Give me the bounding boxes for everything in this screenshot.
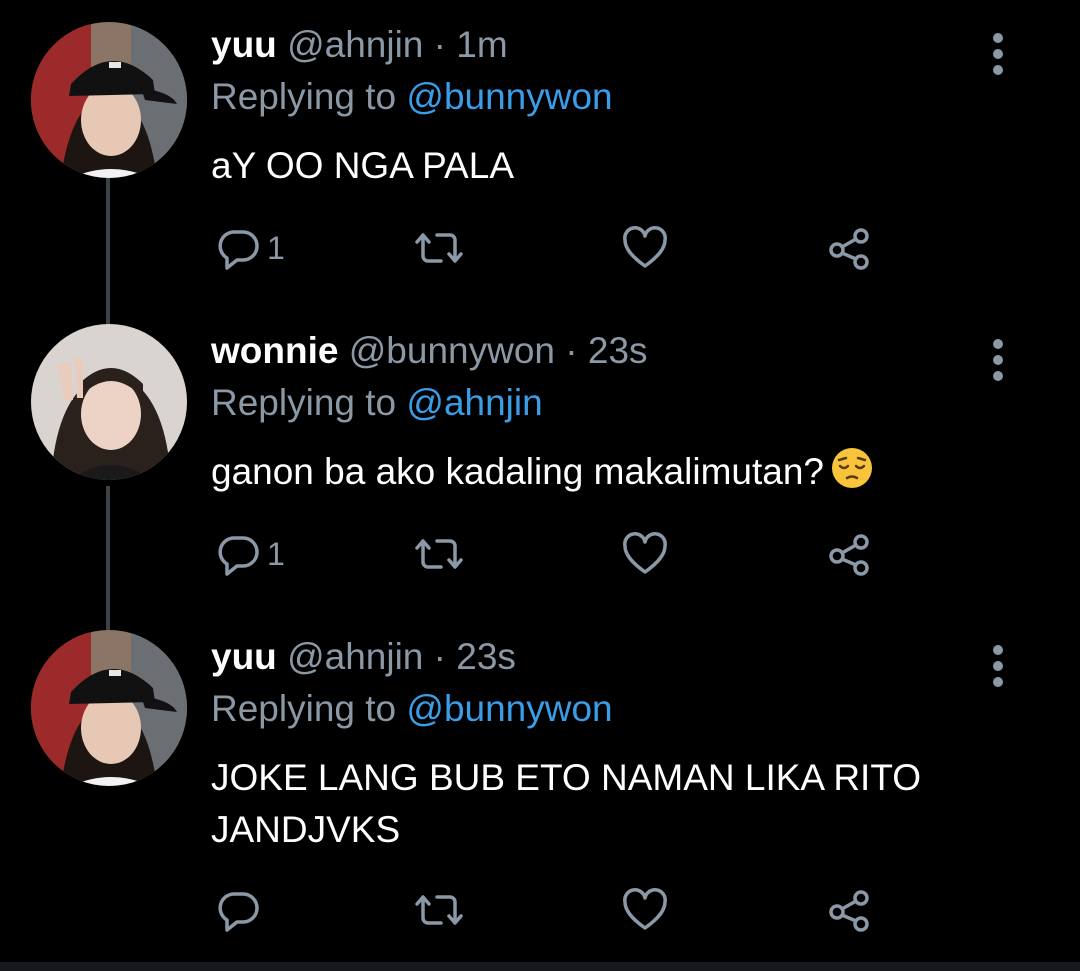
tweet[interactable]: wonnie @bunnywon · 23s Replying to @ahnj… xyxy=(0,324,1080,598)
avatar[interactable] xyxy=(31,324,187,480)
tweet-text: JOKE LANG BUB ETO NAMAN LIKA RITO JANDJV… xyxy=(211,752,1011,856)
tweet-actions: 1 xyxy=(211,526,911,582)
separator-dot: · xyxy=(565,330,578,371)
display-name[interactable]: yuu xyxy=(211,24,277,65)
reply-icon xyxy=(218,892,259,932)
share-button[interactable] xyxy=(825,526,873,582)
replying-to: Replying to @bunnywon xyxy=(211,686,613,732)
like-button[interactable] xyxy=(621,526,669,582)
replying-to: Replying to @bunnywon xyxy=(211,74,613,120)
like-icon xyxy=(623,226,667,268)
tweet[interactable]: yuu @ahnjin · 23s Replying to @bunnywon … xyxy=(0,630,1080,954)
reply-count: 1 xyxy=(267,229,285,266)
more-options-button[interactable] xyxy=(985,642,1011,692)
reply-count: 1 xyxy=(267,535,285,572)
replying-to: Replying to @ahnjin xyxy=(211,380,543,426)
retweet-icon xyxy=(415,233,463,263)
bottom-divider xyxy=(0,962,1080,971)
retweet-button[interactable] xyxy=(411,220,467,276)
avatar[interactable] xyxy=(31,22,187,178)
share-icon xyxy=(829,890,869,932)
reply-button[interactable]: 1 xyxy=(217,526,285,582)
user-handle[interactable]: @ahnjin xyxy=(287,24,423,65)
replying-to-label: Replying to xyxy=(211,382,397,423)
share-icon xyxy=(829,534,869,576)
mention-link[interactable]: @bunnywon xyxy=(406,76,612,117)
avatar[interactable] xyxy=(31,630,187,786)
separator-dot: · xyxy=(433,636,446,677)
tweet-header: yuu @ahnjin · 23s xyxy=(211,634,516,680)
more-options-icon xyxy=(993,33,1003,75)
reply-button[interactable]: 1 xyxy=(217,220,285,276)
tweet-text-line: JANDJVKS xyxy=(211,809,401,850)
retweet-button[interactable] xyxy=(411,882,467,938)
share-button[interactable] xyxy=(825,220,873,276)
tweet-text: ganon ba ako kadaling makalimutan? xyxy=(211,446,1011,504)
mention-link[interactable]: @bunnywon xyxy=(406,688,612,729)
tweet-actions xyxy=(211,882,911,938)
like-icon xyxy=(623,532,667,574)
tweet-text-content: ganon ba ako kadaling makalimutan? xyxy=(211,451,824,492)
user-handle[interactable]: @bunnywon xyxy=(349,330,555,371)
share-icon xyxy=(829,228,869,270)
display-name[interactable]: wonnie xyxy=(211,330,338,371)
share-button[interactable] xyxy=(825,882,873,938)
more-options-button[interactable] xyxy=(985,30,1011,80)
replying-to-label: Replying to xyxy=(211,688,397,729)
tweet[interactable]: yuu @ahnjin · 1m Replying to @bunnywon a… xyxy=(0,22,1080,292)
retweet-icon xyxy=(415,895,463,925)
more-options-icon xyxy=(993,339,1003,381)
tweet-text: aY OO NGA PALA xyxy=(211,145,514,186)
tweet-text-line: JOKE LANG BUB ETO NAMAN LIKA RITO xyxy=(211,757,922,798)
mention-link[interactable]: @ahnjin xyxy=(406,382,542,423)
tweet-header: wonnie @bunnywon · 23s xyxy=(211,328,648,374)
replying-to-label: Replying to xyxy=(211,76,397,117)
like-icon xyxy=(623,888,667,930)
reply-icon xyxy=(218,536,259,576)
conversation-thread: yuu @ahnjin · 1m Replying to @bunnywon a… xyxy=(0,0,1080,971)
reply-button[interactable] xyxy=(217,882,267,938)
display-name[interactable]: yuu xyxy=(211,636,277,677)
pensive-face-emoji xyxy=(830,446,874,504)
more-options-icon xyxy=(993,645,1003,687)
like-button[interactable] xyxy=(621,220,669,276)
tweet-actions: 1 xyxy=(211,220,911,276)
timestamp[interactable]: 1m xyxy=(456,24,507,65)
timestamp[interactable]: 23s xyxy=(456,636,516,677)
separator-dot: · xyxy=(433,24,446,65)
user-handle[interactable]: @ahnjin xyxy=(287,636,423,677)
retweet-button[interactable] xyxy=(411,526,467,582)
like-button[interactable] xyxy=(621,882,669,938)
timestamp[interactable]: 23s xyxy=(588,330,648,371)
retweet-icon xyxy=(415,539,463,569)
reply-icon xyxy=(218,230,259,270)
more-options-button[interactable] xyxy=(985,336,1011,386)
tweet-header: yuu @ahnjin · 1m xyxy=(211,22,508,68)
